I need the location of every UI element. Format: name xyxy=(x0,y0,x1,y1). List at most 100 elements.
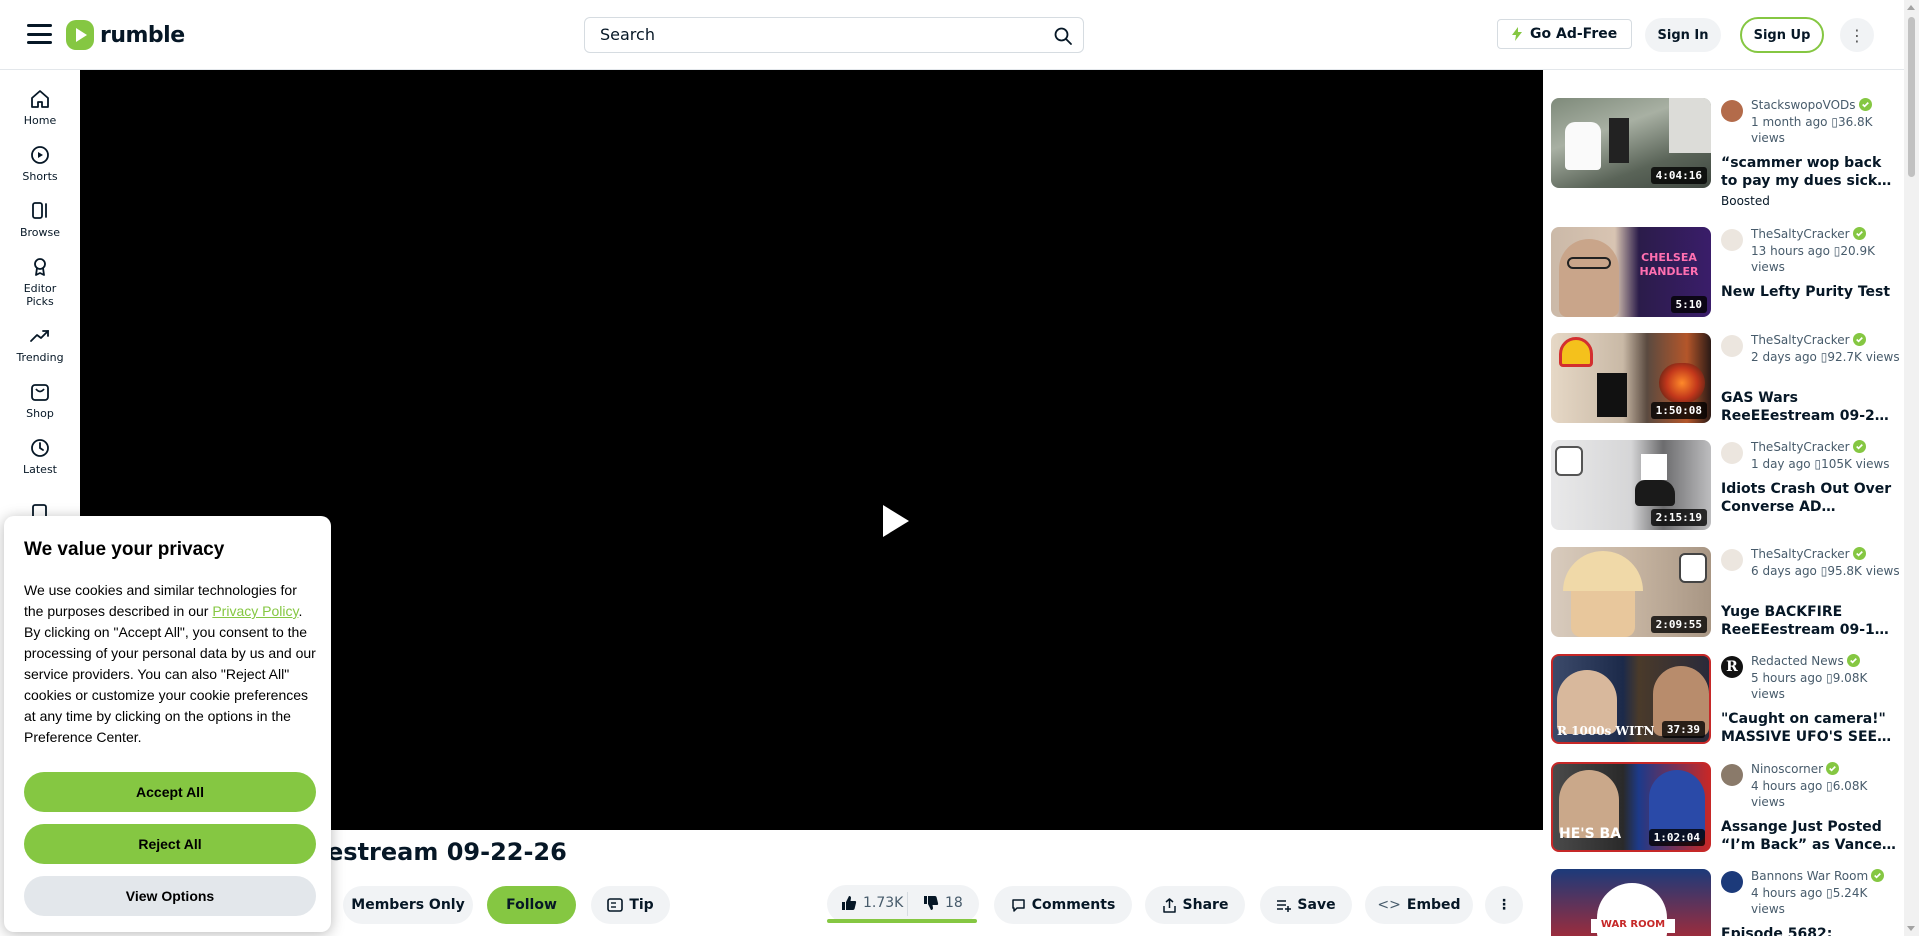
nav-browse[interactable]: Browse xyxy=(0,200,80,239)
play-icon[interactable] xyxy=(881,503,911,539)
nav-shorts[interactable]: Shorts xyxy=(0,144,80,183)
channel-name[interactable]: TheSaltyCracker xyxy=(1751,227,1866,241)
view-options-button[interactable]: View Options xyxy=(24,876,316,916)
share-icon xyxy=(1162,897,1176,913)
video-thumbnail[interactable]: 2:15:19 xyxy=(1551,440,1711,530)
channel-name-text: TheSaltyCracker xyxy=(1751,227,1850,241)
search-box xyxy=(584,17,1084,53)
avatar[interactable]: R xyxy=(1721,656,1743,678)
accept-all-button[interactable]: Accept All xyxy=(24,772,316,812)
page-scrollbar[interactable] xyxy=(1904,0,1919,936)
share-button[interactable]: Share xyxy=(1145,886,1245,924)
video-meta: 4 hours ago ▯5.24K views xyxy=(1751,886,1868,916)
logo-text: rumble xyxy=(100,22,185,48)
like-ratio-bar xyxy=(827,919,978,923)
likes-count: 1.73K xyxy=(863,895,904,911)
channel-name[interactable]: TheSaltyCracker xyxy=(1751,333,1866,347)
video-thumbnail[interactable]: 2:09:55 xyxy=(1551,547,1711,637)
channel-name[interactable]: TheSaltyCracker xyxy=(1751,547,1866,561)
tip-button[interactable]: Tip xyxy=(591,886,670,924)
top-header: rumble Go Ad-Free Sign In Sign Up ⋮ xyxy=(0,0,1904,70)
scroll-up-arrow-icon[interactable] xyxy=(1907,5,1915,10)
nav-home[interactable]: Home xyxy=(0,88,80,127)
follow-button[interactable]: Follow xyxy=(487,886,576,924)
save-button[interactable]: Save xyxy=(1260,886,1352,924)
sign-up-button[interactable]: Sign Up xyxy=(1740,17,1824,53)
nav-editor-picks[interactable]: Editor Picks xyxy=(0,256,80,308)
video-title-link[interactable]: New Lefty Purity Test xyxy=(1721,283,1901,301)
avatar[interactable] xyxy=(1721,229,1743,251)
video-thumbnail[interactable]: WAR ROOM xyxy=(1551,869,1711,936)
video-thumbnail[interactable]: CHELSEA HANDLER 5:10 xyxy=(1551,227,1711,317)
verified-icon xyxy=(1826,762,1840,775)
avatar[interactable] xyxy=(1721,549,1743,571)
embed-button[interactable]: <> Embed xyxy=(1365,886,1473,924)
video-meta: 6 days ago ▯95.8K views xyxy=(1751,564,1900,578)
nav-trending[interactable]: Trending xyxy=(0,325,80,364)
verified-icon xyxy=(1852,333,1866,346)
comments-button[interactable]: Comments xyxy=(994,886,1132,924)
avatar[interactable] xyxy=(1721,442,1743,464)
menu-hamburger-icon[interactable] xyxy=(27,24,52,44)
video-title-link[interactable]: "Caught on camera!" MASSIVE UFO'S SEE… xyxy=(1721,710,1901,746)
channel-name[interactable]: TheSaltyCracker xyxy=(1751,440,1866,454)
video-title: estream 09-22-26 xyxy=(327,838,567,866)
tip-label: Tip xyxy=(629,897,654,913)
video-thumbnail[interactable]: HE'S BA 1:02:04 xyxy=(1551,762,1711,852)
scrollbar-thumb[interactable] xyxy=(1908,17,1915,177)
award-icon xyxy=(34,258,46,276)
avatar[interactable] xyxy=(1721,764,1743,786)
nav-label: Latest xyxy=(23,463,57,476)
reject-all-button[interactable]: Reject All xyxy=(24,824,316,864)
avatar[interactable] xyxy=(1721,100,1743,122)
channel-name[interactable]: Bannons War Room xyxy=(1751,869,1885,883)
save-label: Save xyxy=(1297,897,1336,913)
comments-label: Comments xyxy=(1031,897,1116,913)
video-duration: 1:02:04 xyxy=(1648,829,1705,846)
search-input[interactable] xyxy=(600,25,1020,44)
sign-in-button[interactable]: Sign In xyxy=(1645,18,1721,52)
channel-name[interactable]: Ninoscorner xyxy=(1751,762,1840,776)
dislike-button[interactable]: 18 xyxy=(923,895,963,911)
channel-name[interactable]: Redacted News xyxy=(1751,654,1860,668)
verified-icon xyxy=(1852,547,1866,560)
video-thumbnail[interactable]: 1:50:08 xyxy=(1551,333,1711,423)
avatar[interactable] xyxy=(1721,335,1743,357)
rumble-logo[interactable]: rumble xyxy=(66,19,185,51)
cookie-text-part: . By clicking on "Accept All", you conse… xyxy=(24,603,316,745)
video-title-link[interactable]: Idiots Crash Out Over Converse AD… xyxy=(1721,480,1901,516)
verified-icon xyxy=(1852,227,1866,240)
video-meta: 1 month ago ▯36.8K views xyxy=(1751,115,1873,145)
video-title-link[interactable]: Episode 5682: xyxy=(1721,925,1901,936)
like-button[interactable]: 1.73K xyxy=(841,895,903,911)
nav-shop[interactable]: Shop xyxy=(0,381,80,420)
thumbs-down-icon xyxy=(924,896,939,910)
clock-icon xyxy=(31,439,49,457)
trending-icon xyxy=(30,330,49,342)
video-thumbnail[interactable]: R 1000s WITN 37:39 xyxy=(1551,654,1711,744)
video-title-link[interactable]: “scammer wop back to pay my dues sick… xyxy=(1721,154,1901,190)
browse-icon xyxy=(32,202,47,219)
more-actions-icon[interactable]: ⋮ xyxy=(1485,886,1523,924)
video-thumbnail[interactable]: 4:04:16 xyxy=(1551,98,1711,188)
verified-icon xyxy=(1846,654,1860,667)
channel-name[interactable]: StackswopoVODs xyxy=(1751,98,1872,112)
privacy-policy-link[interactable]: Privacy Policy xyxy=(212,603,298,619)
shorts-icon xyxy=(31,146,49,164)
video-duration: 2:09:55 xyxy=(1650,616,1707,633)
nav-label: Shorts xyxy=(22,170,58,183)
video-meta: 1 day ago ▯105K views xyxy=(1751,457,1890,471)
video-title-link[interactable]: GAS Wars ReeEEestream 09-2… xyxy=(1721,389,1901,425)
more-options-icon[interactable]: ⋮ xyxy=(1840,18,1874,52)
video-title-link[interactable]: Yuge BACKFIRE ReeEEestream 09-1… xyxy=(1721,603,1901,639)
video-duration: 2:15:19 xyxy=(1650,509,1707,526)
avatar[interactable] xyxy=(1721,871,1743,893)
scroll-down-arrow-icon[interactable] xyxy=(1907,926,1915,931)
search-icon[interactable] xyxy=(1053,26,1073,46)
video-duration: 5:10 xyxy=(1670,296,1707,313)
video-title-link[interactable]: Assange Just Posted “I’m Back” as Vance… xyxy=(1721,818,1901,854)
nav-latest[interactable]: Latest xyxy=(0,437,80,476)
go-ad-free-button[interactable]: Go Ad-Free xyxy=(1497,19,1633,49)
members-only-button[interactable]: Members Only xyxy=(343,886,473,924)
video-meta: 5 hours ago ▯9.08K views xyxy=(1751,671,1868,701)
